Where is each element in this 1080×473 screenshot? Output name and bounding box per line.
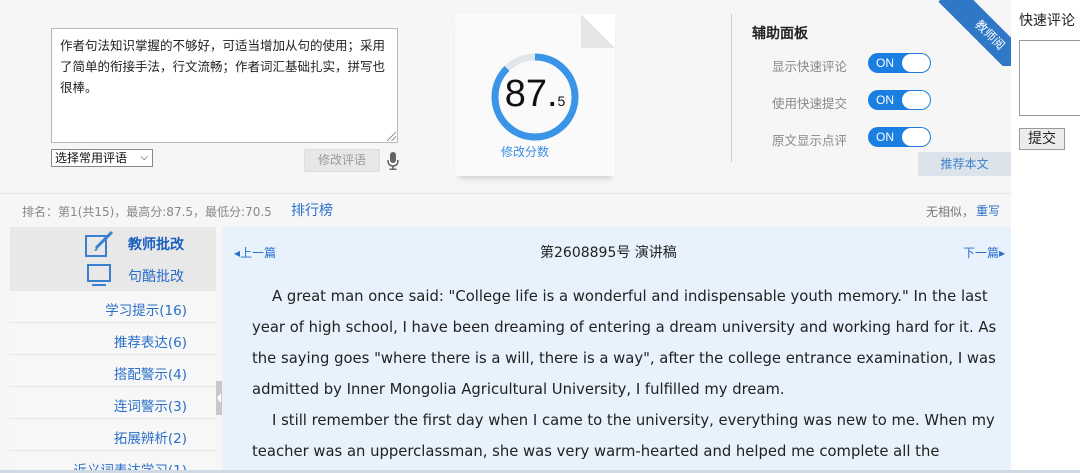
modify-score-link[interactable]: 修改分数 — [490, 143, 560, 160]
sidebar-item-conjunction-warnings[interactable]: 连词警示(3) — [10, 387, 216, 419]
monitor-icon — [87, 264, 111, 286]
toggle-show-quick-comment[interactable]: ON — [868, 53, 931, 73]
submit-button[interactable]: 提交 — [1019, 128, 1065, 150]
quick-comment-title: 快速评论 — [1019, 13, 1075, 29]
toggle-knob — [902, 91, 930, 109]
comment-textarea[interactable]: 作者句法知识掌握的不够好，可适当增加从句的使用；采用了简单的衔接手法，行文流畅；… — [51, 28, 398, 143]
toggle-use-quick-submit[interactable]: ON — [868, 90, 931, 110]
essay-title: 第2608895号 演讲稿 — [540, 245, 677, 261]
rank-summary: 排名：第1(共15)，最高分:87.5，最低分:70.5 — [22, 205, 272, 219]
sidebar-item-label: 学习提示(16) — [105, 303, 187, 319]
essay-content: ◂上一篇 第2608895号 演讲稿 下一篇▸ A great man once… — [222, 227, 1011, 473]
sidebar-item-label: 连词警示(3) — [113, 399, 187, 415]
divider — [731, 14, 732, 162]
toggle-state: ON — [876, 56, 894, 70]
option-label-use-quick-submit: 使用快速提交 — [772, 96, 848, 111]
sidebar-item-extended-analysis[interactable]: 拓展辨析(2) — [10, 419, 216, 451]
toggle-knob — [902, 128, 930, 146]
sidebar-item-recommended-expressions[interactable]: 推荐表达(6) — [10, 323, 216, 355]
tab-jukuu-review[interactable]: 句酷批改 — [10, 259, 216, 291]
sidebar-item-label: 拓展辨析(2) — [113, 431, 187, 447]
rewrite-link[interactable]: 重写 — [976, 202, 1000, 219]
essay-body: A great man once said: "College life is … — [252, 281, 1000, 467]
comment-text: 作者句法知识掌握的不够好，可适当增加从句的使用；采用了简单的衔接手法，行文流畅；… — [60, 38, 386, 95]
teacher-read-badge-label: 教师阅 — [938, 0, 1011, 66]
chevron-down-icon: ⌵ — [140, 152, 148, 163]
no-similar-text: 无相似， — [926, 205, 975, 219]
option-label-show-inline-comments: 原文显示点评 — [772, 133, 848, 148]
quick-comment-input[interactable] — [1019, 40, 1080, 116]
tab-teacher-review[interactable]: 教师批改 — [10, 227, 216, 259]
toggle-state: ON — [876, 93, 894, 107]
modify-comment-button[interactable]: 修改评语 — [304, 149, 380, 172]
toggle-state: ON — [876, 130, 894, 144]
recommend-essay-button[interactable]: 推荐本文 — [918, 152, 1011, 176]
common-comment-select[interactable]: 选择常用评语 ⌵ — [51, 149, 153, 167]
resize-grip-icon[interactable] — [387, 132, 396, 141]
sidebar-item-collocation-warnings[interactable]: 搭配警示(4) — [10, 355, 216, 387]
score-value[interactable]: 87.5 — [495, 72, 575, 123]
option-label-show-quick-comment: 显示快速评论 — [772, 59, 848, 74]
pen-edit-icon — [85, 230, 114, 257]
rank-bar: 排名：第1(共15)，最高分:87.5，最低分:70.5 排行榜 无相似， 重写 — [0, 193, 1011, 226]
score-integer: 87. — [504, 73, 558, 115]
top-area: 作者句法知识掌握的不够好，可适当增加从句的使用；采用了简单的衔接手法，行文流畅；… — [0, 0, 1011, 193]
tab-jukuu-review-label: 句酷批改 — [128, 269, 184, 285]
teacher-read-badge: 教师阅 — [936, 0, 1011, 66]
next-essay-link[interactable]: 下一篇▸ — [963, 244, 1005, 261]
tab-teacher-review-label: 教师批改 — [128, 237, 184, 253]
microphone-icon[interactable] — [386, 152, 400, 170]
quick-comment-panel: 快速评论 提交 — [1011, 0, 1080, 473]
essay-paragraph: A great man once said: "College life is … — [252, 288, 997, 398]
essay-paragraph: I still remember the first day when I ca… — [252, 412, 995, 460]
sidebar-item-label: 推荐表达(6) — [113, 335, 187, 351]
prev-essay-link[interactable]: ◂上一篇 — [234, 244, 276, 261]
common-comment-select-label: 选择常用评语 — [55, 151, 128, 165]
main-panel: 作者句法知识掌握的不够好，可适当增加从句的使用；采用了简单的衔接手法，行文流畅；… — [0, 0, 1011, 473]
sidebar: 教师批改 句酷批改 学习提示(16) 推荐表达(6) 搭配警示(4) 连词警示(… — [10, 227, 216, 473]
toggle-knob — [902, 54, 930, 72]
toggle-show-inline-comments[interactable]: ON — [868, 127, 931, 147]
sidebar-item-label: 搭配警示(4) — [113, 367, 187, 383]
sidebar-item-learning-tips[interactable]: 学习提示(16) — [10, 291, 216, 323]
leaderboard-link[interactable]: 排行榜 — [291, 200, 333, 220]
page-fold-icon — [581, 14, 615, 48]
panel-title: 辅助面板 — [752, 26, 808, 42]
score-decimal: 5 — [557, 93, 566, 109]
